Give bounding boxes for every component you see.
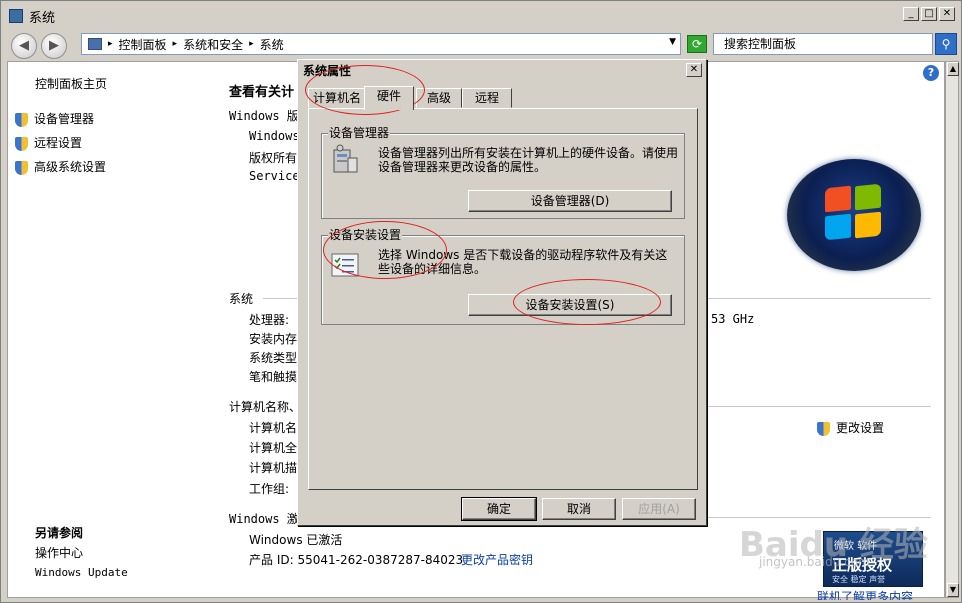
breadcrumb-separator: ▸	[108, 39, 113, 49]
see-also-heading: 另请参阅	[35, 526, 84, 540]
search-icon[interactable]: ⚲	[935, 33, 957, 55]
navigation-bar: ◀ ▶ ▸ 控制面板 ▸ 系统和安全 ▸ 系统 ▼ ⟳ 搜索控制面板 ⚲	[7, 31, 957, 59]
watermark-url: jingyan.baidu.com	[759, 555, 870, 569]
breadcrumb-system[interactable]: 系统	[260, 36, 284, 53]
system-icon	[9, 9, 23, 23]
sidebar-item-label: 设备管理器	[34, 112, 95, 126]
scroll-up-icon[interactable]: ▲	[947, 62, 959, 76]
system-row-label: 系统类型	[249, 351, 298, 365]
computer-row-label: 工作组:	[249, 482, 290, 496]
sidebar-item-advanced-settings[interactable]: 高级系统设置	[15, 158, 106, 175]
hardware-tab-panel: 设备管理器 设备管理器列出所有安装在计算机上的硬件设备。请使用设备管理器来更改设…	[308, 108, 698, 490]
shield-icon	[15, 160, 28, 175]
apply-button[interactable]: 应用(A)	[622, 498, 696, 520]
edition-line: 版权所有	[249, 151, 298, 165]
sidebar-item-remote-settings[interactable]: 远程设置	[15, 134, 82, 151]
device-installation-description: 选择 Windows 是否下载设备的驱动程序软件及有关这些设备的详细信息。	[378, 248, 668, 276]
computer-row-label: 计算机描	[249, 461, 298, 475]
logo-quadrant	[825, 213, 851, 241]
cancel-button[interactable]: 取消	[542, 498, 616, 520]
system-window: 系统 _ □ ✕ ◀ ▶ ▸ 控制面板 ▸ 系统和安全 ▸ 系统 ▼ ⟳ 搜索控…	[0, 0, 962, 603]
vertical-scrollbar[interactable]: ▲ ▼	[945, 61, 959, 598]
windows-update-link[interactable]: Windows Update	[35, 566, 128, 579]
refresh-icon[interactable]: ⟳	[687, 35, 707, 53]
address-dropdown-icon[interactable]: ▼	[669, 37, 676, 47]
sidebar-item-device-manager[interactable]: 设备管理器	[15, 110, 94, 127]
system-section-label: 系统	[229, 292, 254, 306]
search-input[interactable]: 搜索控制面板	[713, 33, 933, 55]
activation-status: Windows 已激活	[249, 533, 343, 547]
change-settings-link[interactable]: 更改设置	[817, 419, 884, 436]
address-bar[interactable]: ▸ 控制面板 ▸ 系统和安全 ▸ 系统 ▼	[81, 33, 681, 55]
system-row-label: 处理器:	[249, 313, 290, 327]
device-manager-description: 设备管理器列出所有安装在计算机上的硬件设备。请使用设备管理器来更改设备的属性。	[378, 146, 679, 174]
learn-more-link[interactable]: 联机了解更多内容	[817, 588, 913, 600]
cpu-speed: 53 GHz	[711, 312, 755, 326]
title-bar: 系统 _ □ ✕	[3, 3, 959, 29]
window-controls: _ □ ✕	[903, 7, 955, 21]
breadcrumb-separator: ▸	[249, 39, 254, 49]
group-label: 设备安装设置	[328, 228, 403, 242]
minimize-button[interactable]: _	[903, 7, 919, 21]
system-row-label: 安装内存	[249, 332, 298, 346]
logo-quadrant	[855, 211, 881, 239]
dialog-close-button[interactable]: ✕	[686, 63, 702, 77]
device-installation-settings-button[interactable]: 设备安装设置(S)	[468, 294, 672, 316]
scroll-down-icon[interactable]: ▼	[947, 583, 959, 597]
edition-line: Windows	[249, 129, 300, 143]
control-panel-home-link[interactable]: 控制面板主页	[35, 75, 107, 92]
device-manager-group: 设备管理器 设备管理器列出所有安装在计算机上的硬件设备。请使用设备管理器来更改设…	[321, 126, 685, 219]
system-row-label: 笔和触摸	[249, 370, 298, 384]
system-properties-dialog: 系统属性 ✕ 计算机名 硬件 高级 远程 设备管理器 设备管理器列出所有安装在计…	[297, 59, 707, 526]
computer-row-label: 计算机名	[249, 421, 298, 435]
breadcrumb-system-security[interactable]: 系统和安全	[183, 36, 243, 53]
action-center-link[interactable]: 操作中心	[35, 544, 83, 561]
logo-quadrant	[825, 185, 851, 213]
back-button[interactable]: ◀	[11, 33, 37, 59]
change-product-key-link[interactable]: 更改产品密钥	[461, 551, 533, 568]
genuine-badge-line: 安全 稳定 声誉	[832, 575, 886, 584]
breadcrumb-separator: ▸	[172, 39, 178, 49]
window-title: 系统	[29, 10, 56, 26]
close-button[interactable]: ✕	[939, 7, 955, 21]
help-icon[interactable]: ?	[923, 65, 939, 81]
breadcrumb-control-panel[interactable]: 控制面板	[119, 36, 167, 53]
windows-logo	[787, 159, 921, 271]
tab-computer-name[interactable]: 计算机名	[308, 88, 366, 108]
checklist-icon	[331, 253, 359, 277]
computer-hardware-icon	[333, 144, 358, 173]
page-heading: 查看有关计	[229, 85, 295, 100]
tab-advanced[interactable]: 高级	[416, 88, 462, 108]
tab-remote[interactable]: 远程	[462, 88, 512, 108]
shield-icon	[15, 136, 28, 151]
ok-button[interactable]: 确定	[461, 497, 537, 521]
sidebar-item-label: 高级系统设置	[34, 160, 107, 174]
control-panel-icon	[88, 38, 102, 50]
maximize-button[interactable]: □	[921, 7, 937, 21]
tab-hardware[interactable]: 硬件	[364, 86, 414, 110]
sidebar-item-label: 远程设置	[34, 136, 83, 150]
forward-button[interactable]: ▶	[41, 33, 67, 59]
shield-icon	[817, 421, 830, 436]
computer-row-label: 计算机全	[249, 441, 298, 455]
edition-line: Service	[249, 169, 300, 183]
computer-section-label: 计算机名称、	[229, 400, 302, 414]
shield-icon	[15, 112, 28, 127]
device-manager-button[interactable]: 设备管理器(D)	[468, 190, 672, 212]
group-label: 设备管理器	[328, 126, 391, 140]
change-settings-label: 更改设置	[836, 421, 885, 435]
dialog-title: 系统属性	[303, 64, 352, 78]
device-installation-group: 设备安装设置 选择 Windows 是否下载设备的驱动程序软件及有关这些设备的详…	[321, 228, 685, 325]
product-id: 产品 ID: 55041-262-0387287-84023	[249, 553, 464, 567]
logo-quadrant	[855, 183, 881, 211]
